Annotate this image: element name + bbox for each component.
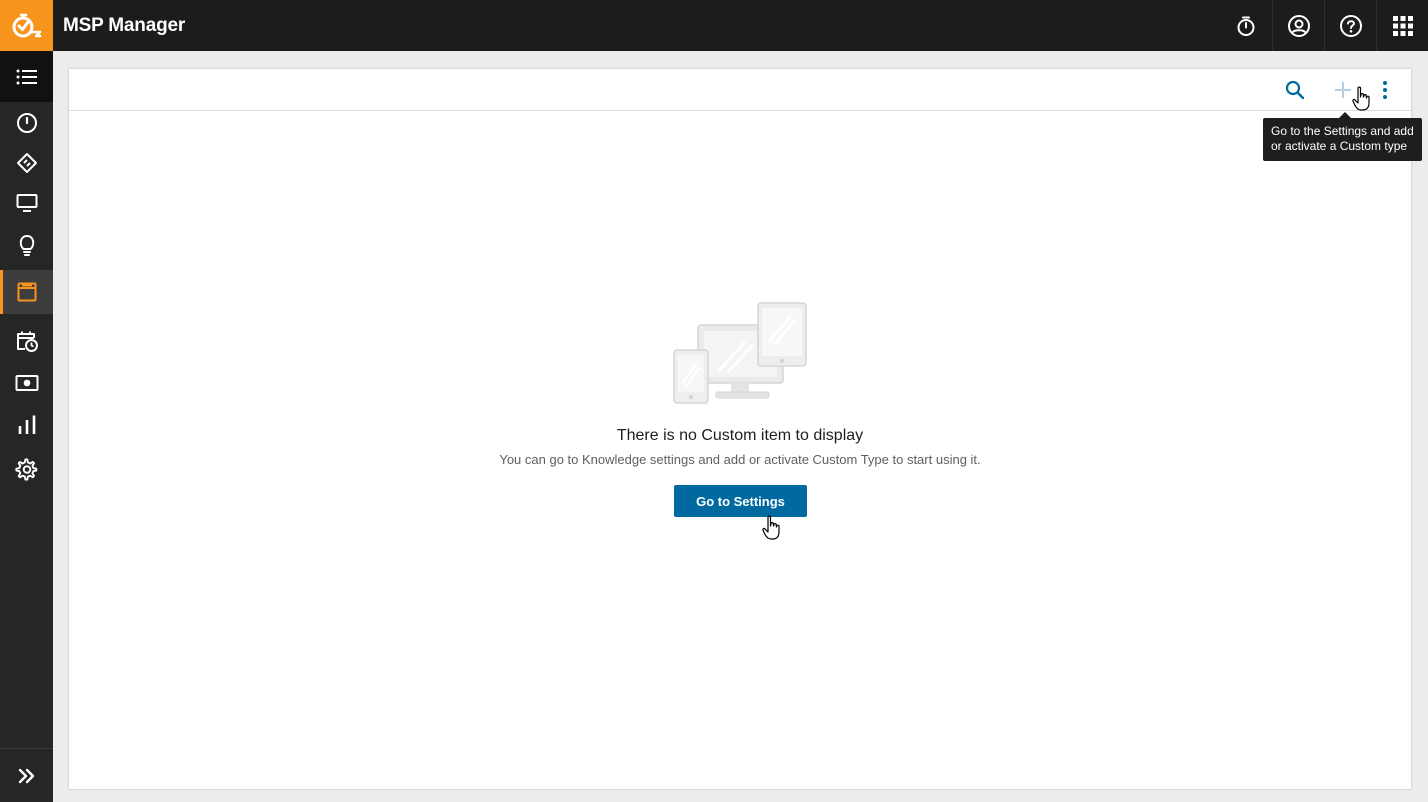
help-button[interactable] <box>1324 0 1376 51</box>
apps-button[interactable] <box>1376 0 1428 51</box>
sidebar-item-dashboard[interactable] <box>0 103 53 143</box>
top-bar: MSP Manager <box>0 0 1428 51</box>
app-title: MSP Manager <box>63 14 186 36</box>
sidebar-item-scheduling[interactable] <box>0 320 53 362</box>
list-icon <box>16 69 37 84</box>
logo-icon <box>12 13 41 37</box>
more-vertical-icon <box>1383 81 1387 99</box>
add-tooltip: Go to the Settings and add or activate a… <box>1263 112 1422 161</box>
ticket-icon <box>16 153 37 173</box>
go-to-settings-button[interactable]: Go to Settings <box>674 485 807 517</box>
sidebar-expand-button[interactable] <box>0 748 53 802</box>
sidebar-item-menu[interactable] <box>0 51 53 102</box>
help-circle-icon <box>1339 14 1362 37</box>
sidebar-item-ideas[interactable] <box>0 223 53 267</box>
timer-button[interactable] <box>1220 0 1272 51</box>
book-icon <box>17 282 36 302</box>
empty-state-subtitle: You can go to Knowledge settings and add… <box>499 452 981 467</box>
sidebar-item-knowledge[interactable] <box>0 270 53 314</box>
search-button[interactable] <box>1284 79 1306 101</box>
lightbulb-icon <box>19 235 34 256</box>
double-chevron-right-icon <box>18 768 34 783</box>
sidebar-item-tickets[interactable] <box>0 143 53 183</box>
user-circle-icon <box>1287 14 1310 37</box>
account-button[interactable] <box>1272 0 1324 51</box>
gauge-icon <box>16 113 37 133</box>
app-logo[interactable] <box>0 0 53 51</box>
add-button[interactable] <box>1332 79 1354 101</box>
devices-illustration <box>673 302 808 411</box>
hand-cursor-icon <box>1352 86 1370 111</box>
money-icon <box>15 375 38 391</box>
hand-cursor-icon <box>762 515 780 540</box>
plus-icon <box>1335 82 1351 98</box>
stopwatch-icon <box>1237 16 1255 36</box>
calendar-clock-icon <box>16 331 38 352</box>
more-options-button[interactable] <box>1374 79 1396 101</box>
panel-toolbar <box>69 69 1411 111</box>
header-actions <box>1220 0 1428 51</box>
sidebar-item-billing[interactable] <box>0 362 53 404</box>
empty-state-title: There is no Custom item to display <box>616 427 864 444</box>
sidebar-item-devices[interactable] <box>0 183 53 223</box>
grid-icon <box>1392 15 1413 36</box>
monitor-icon <box>16 194 37 212</box>
search-icon <box>1285 80 1305 100</box>
